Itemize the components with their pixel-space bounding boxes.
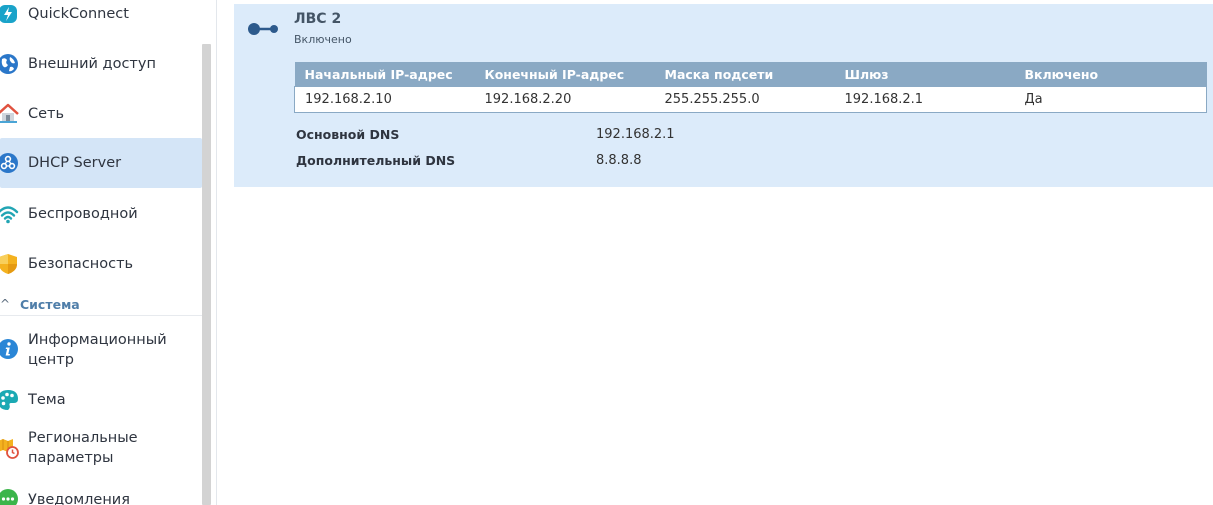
sidebar-item-label: Тема: [28, 392, 66, 408]
dhcp-icon: [0, 152, 19, 174]
table-header-row: Начальный IP-адрес Конечный IP-адрес Мас…: [294, 62, 1207, 87]
secondary-dns-value: 8.8.8.8: [596, 153, 642, 168]
table-row[interactable]: 192.168.2.10 192.168.2.20 255.255.255.0 …: [294, 86, 1207, 113]
dhcp-range-table: Начальный IP-адрес Конечный IP-адрес Мас…: [294, 62, 1207, 113]
sidebar-item-label: Беспроводной: [28, 206, 138, 222]
column-header-enabled[interactable]: Включено: [1014, 62, 1207, 87]
sidebar-item-security[interactable]: Безопасность: [0, 250, 202, 278]
sidebar-item-label: Сеть: [28, 106, 65, 122]
lan-card: ЛВС 2 Включено Начальный IP-адрес Конечн…: [234, 4, 1213, 187]
cell-end-ip: 192.168.2.20: [474, 86, 655, 113]
column-header-gateway[interactable]: Шлюз: [834, 62, 1015, 87]
cell-subnet-mask: 255.255.255.0: [654, 86, 835, 113]
primary-dns-label: Основной DNS: [296, 127, 400, 142]
sidebar-item-wireless[interactable]: Беспроводной: [0, 200, 202, 228]
cell-enabled: Да: [1014, 86, 1207, 113]
shield-icon: [0, 253, 19, 275]
cell-gateway: 192.168.2.1: [834, 86, 1015, 113]
sidebar: QuickConnect Внешний доступ Сеть DHCP Se…: [0, 0, 214, 505]
secondary-dns-label: Дополнительный DNS: [296, 153, 456, 168]
sidebar-item-label: QuickConnect: [28, 6, 129, 22]
palette-icon: [0, 389, 19, 411]
sidebar-item-dhcp-server[interactable]: DHCP Server: [0, 138, 202, 188]
sidebar-item-label: Уведомления: [28, 492, 130, 505]
sidebar-item-external-access[interactable]: Внешний доступ: [0, 50, 202, 78]
chevron-up-icon: ^: [0, 297, 11, 311]
quickconnect-icon: [0, 3, 19, 25]
sidebar-section-label: Система: [20, 297, 80, 312]
wifi-icon: [0, 203, 19, 225]
column-header-start-ip[interactable]: Начальный IP-адрес: [294, 62, 475, 87]
sidebar-item-regional[interactable]: Региональные параметры: [0, 426, 202, 470]
lan-title: ЛВС 2: [294, 11, 342, 27]
sidebar-scrollbar-thumb[interactable]: [202, 44, 211, 505]
sidebar-item-quickconnect[interactable]: QuickConnect: [0, 2, 202, 26]
globe-icon: [0, 53, 19, 75]
sidebar-item-info-center[interactable]: Информационный центр: [0, 328, 202, 372]
sidebar-item-label: Безопасность: [28, 256, 134, 272]
cell-start-ip: 192.168.2.10: [294, 86, 475, 113]
info-icon: [0, 338, 19, 360]
main-panel: ЛВС 2 Включено Начальный IP-адрес Конечн…: [217, 0, 1213, 505]
sidebar-item-label: Региональные параметры: [28, 430, 138, 466]
sidebar-item-network[interactable]: Сеть: [0, 100, 202, 128]
sidebar-item-label: Внешний доступ: [28, 56, 156, 72]
sidebar-item-label: DHCP Server: [28, 155, 122, 171]
lan-connection-icon: [246, 18, 280, 40]
column-header-end-ip[interactable]: Конечный IP-адрес: [474, 62, 655, 87]
sidebar-item-theme[interactable]: Тема: [0, 386, 202, 414]
sidebar-item-label: Информационный центр: [28, 332, 167, 368]
map-clock-icon: [0, 437, 19, 459]
house-icon: [0, 103, 19, 125]
sidebar-item-notifications[interactable]: Уведомления: [0, 486, 202, 505]
lan-status: Включено: [294, 33, 352, 46]
column-header-subnet-mask[interactable]: Маска подсети: [654, 62, 835, 87]
primary-dns-value: 192.168.2.1: [596, 127, 675, 142]
notification-icon: [0, 488, 19, 505]
sidebar-section-system[interactable]: ^ Система: [0, 296, 202, 316]
